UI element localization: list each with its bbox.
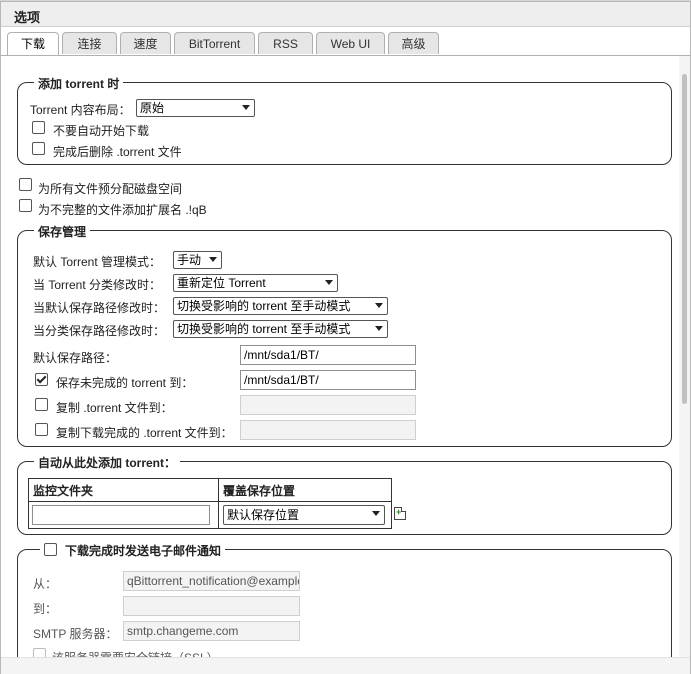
- email-legend: 下载完成时发送电子邮件通知: [65, 544, 222, 558]
- email-notification-checkbox[interactable]: [44, 543, 57, 556]
- default-save-path-input[interactable]: /mnt/sda1/BT/: [240, 345, 416, 365]
- override-location-select[interactable]: 默认保存位置: [223, 505, 385, 525]
- delete-torrent-checkbox[interactable]: [32, 142, 45, 155]
- horizontal-scrollbar[interactable]: [1, 657, 690, 674]
- smtp-server-input[interactable]: smtp.changeme.com: [123, 621, 300, 641]
- tab-bittorrent[interactable]: BitTorrent: [174, 32, 255, 54]
- override-location-header: 覆盖保存位置: [218, 478, 392, 502]
- append-ext-label: 为不完整的文件添加扩展名 .!qB: [38, 203, 207, 217]
- category-changed-value: 重新定位 Torrent: [177, 276, 266, 290]
- copy-finished-label: 复制下载完成的 .torrent 文件到：: [56, 426, 233, 440]
- category-path-changed-value: 切换受影响的 torrent 至手动模式: [177, 322, 351, 336]
- tmm-mode-label: 默认 Torrent 管理模式：: [33, 255, 162, 269]
- email-legend-wrap: 下载完成时发送电子邮件通知: [40, 542, 226, 559]
- incomplete-path-label: 保存未完成的 torrent 到：: [56, 376, 194, 390]
- email-notification-section: 下载完成时发送电子邮件通知 从： qBittorrent_notificatio…: [17, 542, 672, 659]
- chevron-down-icon: [375, 303, 383, 308]
- email-from-input[interactable]: qBittorrent_notification@example.com: [123, 571, 300, 591]
- append-ext-checkbox[interactable]: [19, 199, 32, 212]
- copy-torrent-checkbox[interactable]: [35, 398, 48, 411]
- vertical-scrollbar[interactable]: [679, 56, 690, 659]
- default-save-path-label: 默认保存路径：: [33, 351, 118, 365]
- copy-finished-input[interactable]: [240, 420, 416, 440]
- add-torrent-section: 添加 torrent 时 Torrent 内容布局： 原始 不要自动开始下载 完…: [17, 75, 672, 165]
- dialog-title: 选项: [14, 10, 41, 25]
- chevron-down-icon: [242, 105, 250, 110]
- incomplete-path-input[interactable]: /mnt/sda1/BT/: [240, 370, 416, 390]
- watch-folder-header: 监控文件夹: [28, 478, 219, 502]
- content-layout-select[interactable]: 原始: [136, 99, 255, 117]
- smtp-server-label: SMTP 服务器：: [33, 627, 118, 641]
- add-torrent-legend: 添加 torrent 时: [34, 75, 124, 92]
- chevron-down-icon: [325, 280, 333, 285]
- dont-start-label: 不要自动开始下载: [53, 124, 150, 138]
- scrollbar-thumb[interactable]: [682, 74, 687, 404]
- save-management-section: 保存管理 默认 Torrent 管理模式： 手动 当 Torrent 分类修改时…: [17, 223, 672, 447]
- prealloc-label: 为所有文件预分配磁盘空间: [38, 182, 183, 196]
- delete-torrent-label: 完成后删除 .torrent 文件: [53, 145, 182, 159]
- copy-torrent-label: 复制 .torrent 文件到：: [56, 401, 173, 415]
- content-layout-value: 原始: [140, 101, 165, 115]
- auto-add-legend: 自动从此处添加 torrent：: [34, 454, 181, 471]
- default-path-changed-label: 当默认保存路径修改时：: [33, 301, 166, 315]
- incomplete-path-checkbox[interactable]: [35, 373, 48, 386]
- category-path-changed-label: 当分类保存路径修改时：: [33, 324, 166, 338]
- override-location-cell: 默认保存位置: [218, 501, 392, 529]
- auto-add-section: 自动从此处添加 torrent： 监控文件夹 覆盖保存位置 默认保存位置: [17, 454, 672, 535]
- category-path-changed-select[interactable]: 切换受影响的 torrent 至手动模式: [173, 320, 388, 338]
- category-changed-label: 当 Torrent 分类修改时：: [33, 278, 162, 292]
- content-layout-label: Torrent 内容布局：: [30, 103, 131, 117]
- tmm-mode-select[interactable]: 手动: [173, 251, 222, 269]
- tab-downloads[interactable]: 下载: [7, 32, 59, 56]
- add-folder-icon[interactable]: [394, 507, 406, 520]
- tab-advanced[interactable]: 高级: [388, 32, 439, 54]
- email-to-input[interactable]: [123, 596, 300, 616]
- tab-speed[interactable]: 速度: [120, 32, 171, 54]
- watch-folder-table: 监控文件夹 覆盖保存位置 默认保存位置: [28, 478, 392, 529]
- copy-torrent-input[interactable]: [240, 395, 416, 415]
- save-management-legend: 保存管理: [34, 223, 91, 240]
- tmm-mode-value: 手动: [177, 253, 202, 267]
- options-dialog: 选项 下载 连接 速度 BitTorrent RSS Web UI 高级 添加 …: [0, 1, 691, 674]
- chevron-down-icon: [375, 326, 383, 331]
- tab-webui[interactable]: Web UI: [316, 32, 385, 54]
- tab-rss[interactable]: RSS: [258, 32, 313, 54]
- watch-folder-input[interactable]: [32, 505, 210, 525]
- downloads-panel: 添加 torrent 时 Torrent 内容布局： 原始 不要自动开始下载 完…: [1, 56, 677, 659]
- tab-connection[interactable]: 连接: [62, 32, 117, 54]
- dont-start-checkbox[interactable]: [32, 121, 45, 134]
- watch-folder-cell: [28, 501, 219, 529]
- copy-finished-checkbox[interactable]: [35, 423, 48, 436]
- category-changed-select[interactable]: 重新定位 Torrent: [173, 274, 338, 292]
- chevron-down-icon: [209, 257, 217, 262]
- override-location-value: 默认保存位置: [227, 508, 300, 522]
- title-bar[interactable]: 选项: [1, 2, 690, 27]
- default-path-changed-value: 切换受影响的 torrent 至手动模式: [177, 299, 351, 313]
- prealloc-checkbox[interactable]: [19, 178, 32, 191]
- email-to-label: 到：: [33, 602, 58, 616]
- email-from-label: 从：: [33, 577, 58, 591]
- default-path-changed-select[interactable]: 切换受影响的 torrent 至手动模式: [173, 297, 388, 315]
- chevron-down-icon: [372, 511, 380, 516]
